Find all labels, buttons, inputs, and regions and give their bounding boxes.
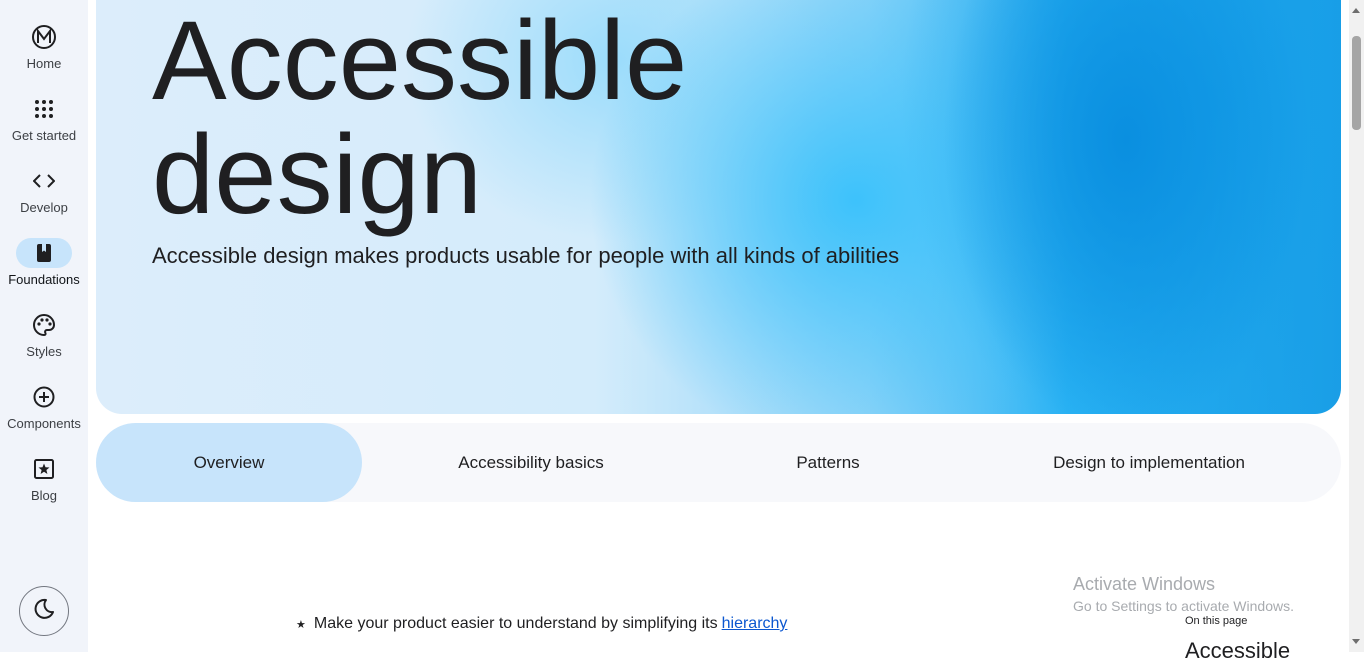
code-icon	[16, 166, 72, 196]
scroll-up-arrow-icon[interactable]	[1352, 8, 1360, 13]
page-subtitle: Accessible design makes products usable …	[152, 243, 900, 268]
nav-item-get-started[interactable]: Get started	[0, 94, 88, 158]
section-tabs: Overview Accessibility basics Patterns D…	[96, 423, 1341, 502]
scroll-down-arrow-icon[interactable]	[1352, 639, 1360, 644]
nav-label: Components	[7, 416, 81, 431]
star-box-icon	[16, 454, 72, 484]
bullet-text: Make your product easier to understand b…	[313, 615, 718, 632]
page-scrollbar[interactable]	[1349, 0, 1364, 652]
nav-item-foundations[interactable]: Foundations	[0, 238, 88, 302]
nav-label: Blog	[30, 488, 58, 503]
nav-label: Home	[26, 56, 62, 71]
nav-label: Styles	[26, 344, 62, 359]
list-item: ★ Make your product easier to understand…	[296, 615, 787, 633]
apps-grid-icon	[16, 94, 72, 124]
watermark-title: Activate Windows	[1073, 574, 1216, 594]
watermark-subtitle: Go to Settings to activate Windows.	[1073, 598, 1294, 614]
tab-patterns[interactable]: Patterns	[768, 423, 888, 502]
theme-toggle-button[interactable]	[19, 586, 69, 636]
toc-item[interactable]: Accessible	[1185, 638, 1290, 664]
page-title: Accessible design	[152, 4, 687, 232]
nav-label: Develop	[20, 200, 68, 215]
scroll-thumb[interactable]	[1352, 36, 1361, 130]
page-title-line-2: design	[152, 112, 483, 237]
nav-item-develop[interactable]: Develop	[0, 166, 88, 230]
star-bullet-icon: ★	[296, 618, 306, 631]
tab-overview[interactable]: Overview	[96, 423, 362, 502]
page-title-line-1: Accessible	[152, 0, 688, 123]
palette-icon	[16, 310, 72, 340]
material-logo-icon	[16, 22, 72, 52]
nav-label: Foundations	[8, 272, 80, 287]
tab-design-to-implementation[interactable]: Design to implementation	[1036, 423, 1262, 502]
nav-item-styles[interactable]: Styles	[0, 310, 88, 374]
hierarchy-link[interactable]: hierarchy	[722, 615, 788, 633]
dark-mode-moon-icon	[33, 598, 55, 625]
tab-accessibility-basics[interactable]: Accessibility basics	[426, 423, 636, 502]
activate-windows-watermark: Activate Windows Go to Settings to activ…	[1073, 574, 1294, 614]
add-circle-icon	[16, 382, 72, 412]
toc-heading: On this page	[1185, 615, 1248, 627]
nav-item-home[interactable]: Home	[0, 22, 88, 86]
nav-item-components[interactable]: Components	[0, 382, 88, 446]
book-icon	[16, 238, 72, 268]
navigation-rail: Home Get started Develop Foundations Sty…	[0, 0, 88, 652]
hero-banner: Accessible design Accessible design make…	[96, 0, 1341, 414]
nav-label: Get started	[11, 128, 77, 143]
nav-item-blog[interactable]: Blog	[0, 454, 88, 518]
